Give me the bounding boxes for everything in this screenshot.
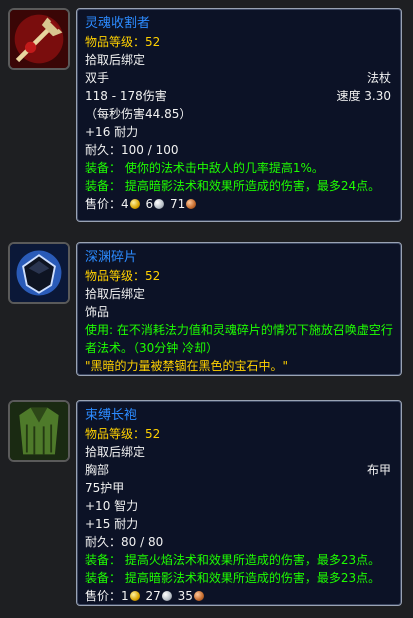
- item-tooltip-binding-robe: 束缚长袍 物品等级：52 拾取后绑定 胸部 布甲 75护甲 +10 智力 +15 …: [76, 400, 402, 606]
- item-level: 物品等级：52: [85, 269, 161, 283]
- bind-text: 拾取后绑定: [85, 445, 146, 459]
- bind-text: 拾取后绑定: [85, 287, 146, 301]
- item-name: 灵魂收割者: [85, 16, 151, 31]
- flavor-text: "黑暗的力量被禁锢在黑色的宝石中。": [85, 359, 289, 373]
- slot: 双手: [85, 71, 110, 85]
- gold-coin-icon: [129, 199, 140, 209]
- equip-effect-1: 装备： 使你的法术击中敌人的几率提高1%。: [85, 161, 324, 175]
- damage-row: 118 - 178伤害 速度 3.30: [85, 87, 393, 105]
- silver-coin-icon: [154, 199, 165, 209]
- sell-price: 售价：1 27 35: [85, 587, 393, 605]
- armor: 75护甲: [85, 481, 125, 495]
- stat-intellect: +10 智力: [85, 499, 139, 513]
- green-robe-icon[interactable]: [8, 400, 70, 462]
- speed: 速度 3.30: [336, 89, 391, 103]
- item-name: 深渊碎片: [85, 250, 138, 265]
- gold-coin-icon: [129, 591, 140, 601]
- weapon-type: 法杖: [366, 71, 391, 85]
- stat-stamina: +15 耐力: [85, 517, 139, 531]
- slot: 胸部: [85, 463, 110, 477]
- item-tooltip-soul-reaper: 灵魂收割者 物品等级：52 拾取后绑定 双手 法杖 118 - 178伤害 速度 3…: [76, 8, 402, 222]
- blood-staff-icon[interactable]: [8, 8, 70, 70]
- sell-price: 售价：4 6 71: [85, 195, 393, 213]
- item-tooltip-abyss-shard: 深渊碎片 物品等级：52 拾取后绑定 饰品 使用: 在不消耗法力值和灵魂碎片的情…: [76, 242, 402, 376]
- slot-row: 双手 法杖: [85, 69, 393, 87]
- slot-row: 胸部 布甲: [85, 461, 393, 479]
- copper-coin-icon: [186, 199, 197, 209]
- armor-type: 布甲: [366, 463, 391, 477]
- item-level: 物品等级：52: [85, 35, 161, 49]
- durability: 耐久：80 / 80: [85, 535, 164, 549]
- bind-text: 拾取后绑定: [85, 53, 146, 67]
- durability: 耐久：100 / 100: [85, 143, 179, 157]
- item-name: 束缚长袍: [85, 408, 138, 423]
- damage: 118 - 178伤害: [85, 89, 167, 103]
- copper-coin-icon: [193, 591, 204, 601]
- stat-stamina: +16 耐力: [85, 125, 139, 139]
- equip-effect-1: 装备： 提高火焰法术和效果所造成的伤害，最多23点。: [85, 553, 381, 567]
- equip-effect-2: 装备： 提高暗影法术和效果所造成的伤害，最多23点。: [85, 571, 381, 585]
- item-level: 物品等级：52: [85, 427, 161, 441]
- black-gem-icon[interactable]: [8, 242, 70, 304]
- dps: （每秒伤害44.85）: [85, 107, 192, 121]
- item-category: 饰品: [85, 305, 110, 319]
- equip-effect-2: 装备： 提高暗影法术和效果所造成的伤害，最多24点。: [85, 179, 381, 193]
- use-effect: 使用: 在不消耗法力值和灵魂碎片的情况下施放召唤虚空行者法术。（30分钟 冷却）: [85, 323, 393, 355]
- silver-coin-icon: [161, 591, 172, 601]
